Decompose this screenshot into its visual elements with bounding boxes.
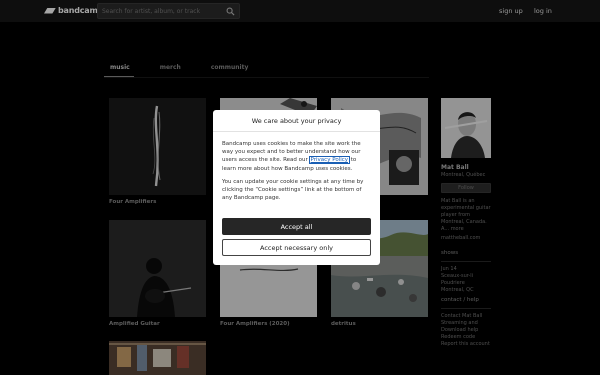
accept-all-button[interactable]: Accept all [222, 218, 371, 235]
cookie-consent-dialog: We care about your privacy Bandcamp uses… [213, 110, 380, 265]
cookie-paragraph-1: Bandcamp uses cookies to make the site w… [222, 140, 371, 173]
privacy-policy-link[interactable]: Privacy Policy [308, 156, 351, 165]
cookie-paragraph-2: You can update your cookie settings at a… [222, 178, 364, 202]
dialog-body: Bandcamp uses cookies to make the site w… [213, 132, 380, 202]
dialog-title: We care about your privacy [213, 110, 380, 132]
accept-necessary-button[interactable]: Accept necessary only [222, 239, 371, 256]
